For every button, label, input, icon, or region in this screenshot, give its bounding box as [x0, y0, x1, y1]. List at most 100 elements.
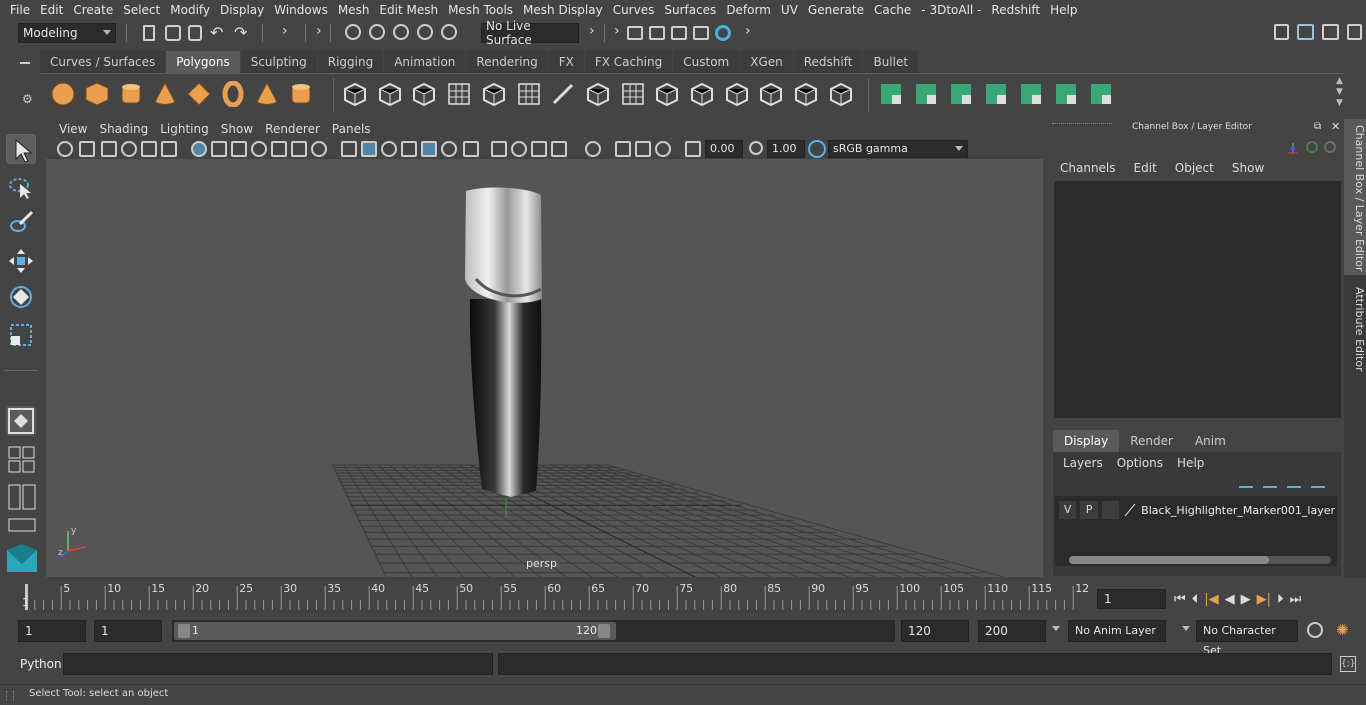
poly-plane-icon[interactable] [186, 81, 212, 107]
uv-auto-icon[interactable] [913, 81, 939, 107]
viewport-menu-shading[interactable]: Shading [93, 122, 154, 136]
mirror-icon[interactable] [411, 81, 437, 107]
channel-menu-channels[interactable]: Channels [1060, 161, 1116, 175]
gate-mask-icon[interactable] [251, 141, 267, 157]
layer-scrollbar[interactable] [1069, 556, 1331, 564]
character-set-dropdown[interactable]: No Character Set [1196, 620, 1298, 657]
new-scene-icon[interactable] [143, 25, 155, 41]
uv-cylindrical-icon[interactable] [948, 81, 974, 107]
render-settings-icon[interactable] [693, 26, 709, 40]
menu-display[interactable]: Display [215, 0, 269, 20]
paint-select-tool[interactable] [6, 208, 36, 238]
side-tab-attribute-editor[interactable]: Attribute Editor [1344, 281, 1366, 377]
color-management-icon[interactable] [808, 140, 826, 158]
viewport-menu-lighting[interactable]: Lighting [154, 122, 215, 136]
exposure-field[interactable]: 0.00 [705, 140, 743, 158]
merge-icon[interactable] [758, 81, 784, 107]
color-space-dropdown[interactable]: sRGB gamma [828, 140, 968, 158]
shelf-tab-xgen[interactable]: XGen [740, 51, 793, 73]
textured-icon[interactable] [401, 141, 417, 157]
help-line-grip[interactable] [6, 691, 14, 701]
shelf-scroll-icon[interactable]: ▲ ▼ ▼ [1336, 76, 1343, 109]
motion-blur-icon[interactable] [511, 141, 527, 157]
menu-mesh-display[interactable]: Mesh Display [518, 0, 608, 20]
collapse-arrow-icon[interactable]: › [316, 23, 322, 39]
menu-mesh[interactable]: Mesh [333, 0, 375, 20]
go-to-end-icon[interactable]: ⏭ [1289, 592, 1301, 607]
live-surface-field[interactable]: No Live Surface [481, 19, 579, 47]
xray-active-icon[interactable] [635, 141, 651, 157]
layer-tab-anim[interactable]: Anim [1184, 430, 1237, 452]
ipr-render-icon[interactable] [671, 26, 687, 40]
edge-loop-icon[interactable] [724, 81, 750, 107]
layer-playback-toggle[interactable]: P [1080, 501, 1098, 519]
range-start-grip[interactable] [178, 624, 190, 638]
new-layer-selected-icon[interactable] [1311, 478, 1325, 488]
step-back-key-icon[interactable]: ⏴ [1192, 592, 1199, 607]
anim-layer-dropdown[interactable]: No Anim Layer [1068, 620, 1166, 642]
time-slider[interactable]: 5 10 15 20 25 30 35 40 45 50 55 60 65 70 75 80 85 90 95 100… [18, 582, 1090, 612]
target-weld-icon[interactable] [689, 81, 715, 107]
xray-joints-icon[interactable] [615, 141, 631, 157]
uv-spherical-icon[interactable] [983, 81, 1009, 107]
layer-color-icon[interactable] [1123, 503, 1137, 517]
speed-icon[interactable] [1324, 141, 1336, 153]
fill-hole-icon[interactable] [654, 81, 680, 107]
move-layer-down-icon[interactable] [1263, 478, 1277, 488]
2d-pan-icon[interactable] [161, 141, 177, 157]
menu-generate[interactable]: Generate [803, 0, 869, 20]
close-icon[interactable]: ✕ [1331, 120, 1340, 133]
layer-display-type[interactable] [1101, 501, 1120, 519]
preferences-run-icon[interactable]: ✺ [1336, 621, 1349, 639]
layer-row[interactable]: V P Black_Highlighter_Marker001_layer [1059, 500, 1335, 520]
multi-cut-icon[interactable] [550, 81, 576, 107]
shelf-tab-redshift[interactable]: Redshift [793, 51, 863, 73]
shelf-tab-curves-surfaces[interactable]: Curves / Surfaces [40, 51, 166, 73]
save-scene-icon[interactable] [188, 25, 202, 41]
modeling-toolkit-icon[interactable] [1274, 24, 1290, 40]
prev-key-icon[interactable]: |◀ [1204, 592, 1218, 607]
layer-menu-options[interactable]: Options [1117, 456, 1163, 470]
use-lights-icon[interactable] [441, 141, 457, 157]
snap-view-icon[interactable] [417, 24, 433, 40]
float-icon[interactable]: ⧉ [1314, 121, 1321, 132]
smooth-shade-icon[interactable] [361, 141, 377, 157]
side-tab-channel-box[interactable]: Channel Box / Layer Editor [1344, 119, 1366, 275]
playback-end-field[interactable]: 120 [901, 620, 969, 642]
backface-icon[interactable] [655, 141, 671, 157]
menu-edit-mesh[interactable]: Edit Mesh [374, 0, 443, 20]
soft-select-toggle[interactable] [6, 406, 36, 436]
manip-icon[interactable] [1306, 141, 1318, 153]
render-frame-icon[interactable] [649, 26, 665, 40]
channel-menu-object[interactable]: Object [1175, 161, 1214, 175]
move-tool[interactable] [6, 246, 36, 276]
isolate-select-icon[interactable] [585, 141, 601, 157]
layer-name[interactable]: Black_Highlighter_Marker001_layer [1141, 504, 1335, 517]
menu-3dtoall[interactable]: - 3DtoAll - [916, 0, 986, 20]
gamma-icon[interactable] [749, 141, 763, 155]
snap-point-icon[interactable] [393, 24, 409, 40]
hypershade-icon[interactable] [715, 25, 731, 41]
layer-menu-layers[interactable]: Layers [1063, 456, 1103, 470]
anti-alias-icon[interactable] [531, 141, 547, 157]
camera-attributes-icon[interactable] [79, 141, 95, 157]
menu-modify[interactable]: Modify [165, 0, 215, 20]
resolution-gate-icon[interactable] [231, 141, 247, 157]
command-language-label[interactable]: Python [20, 657, 62, 671]
shelf-tab-animation[interactable]: Animation [384, 51, 466, 73]
menu-file[interactable]: File [0, 0, 35, 20]
shelf-tab-fx[interactable]: FX [548, 51, 584, 73]
chevron-down-icon[interactable] [1182, 626, 1190, 631]
shelf-tab-polygons[interactable]: Polygons [166, 51, 240, 73]
command-input[interactable] [63, 653, 493, 675]
uv-unfold-icon[interactable] [1088, 81, 1114, 107]
step-forward-icon[interactable]: ⏵ [1277, 592, 1284, 607]
menu-create[interactable]: Create [68, 0, 118, 20]
range-end-grip[interactable] [598, 624, 610, 638]
current-frame-field[interactable]: 1 [1097, 589, 1166, 609]
grid-toggle-icon[interactable] [191, 141, 207, 157]
extrude-icon[interactable] [585, 81, 611, 107]
shelf-tab-rendering[interactable]: Rendering [466, 51, 548, 73]
collapse-arrow-icon[interactable]: › [745, 23, 751, 39]
viewport-menu-view[interactable]: View [53, 122, 93, 136]
